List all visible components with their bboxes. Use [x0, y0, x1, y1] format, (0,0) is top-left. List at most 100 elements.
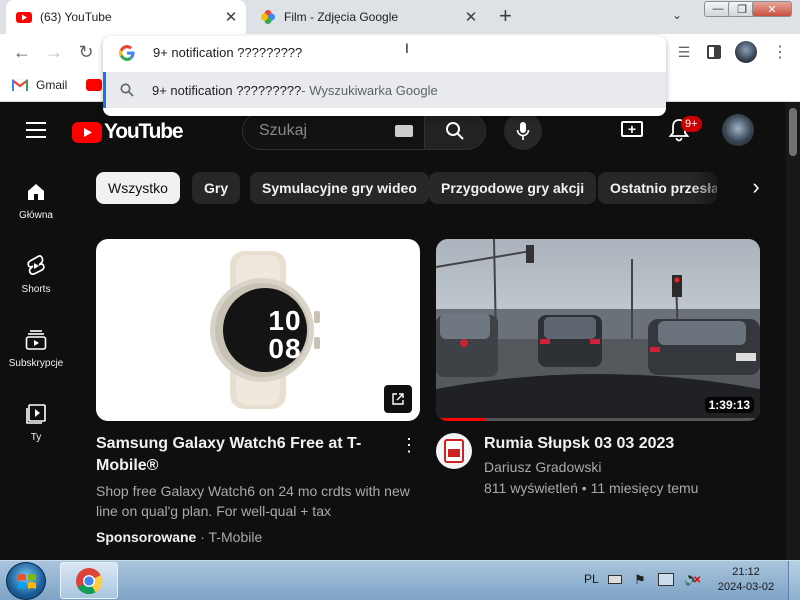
omnibox-suggestion[interactable]: 9+ notification ????????? - Wyszukiwarka…	[103, 72, 666, 108]
start-button[interactable]	[6, 562, 46, 600]
media-controls-icon[interactable]: ☰	[672, 41, 696, 63]
ad-sponsor-line: Sponsorowane · T-Mobile	[96, 529, 262, 545]
ad-menu-icon[interactable]: ⋮	[400, 435, 418, 456]
omnibox-dropdown: 9+ notification ????????? I 9+ notificat…	[103, 36, 666, 116]
chip-fade	[690, 170, 786, 206]
suggestion-text: 9+ notification ?????????	[152, 82, 302, 98]
video-title[interactable]: Rumia Słupsk 03 03 2023	[484, 433, 760, 455]
video-thumbnail[interactable]: 1:39:13	[436, 239, 760, 421]
hamburger-menu-icon[interactable]	[26, 122, 46, 138]
clock-date: 2024-03-02	[717, 581, 775, 593]
new-tab-button[interactable]: +	[499, 5, 512, 27]
network-icon[interactable]	[658, 573, 674, 586]
tab-youtube[interactable]: (63) YouTube ✕	[6, 0, 246, 34]
language-indicator[interactable]: PL	[584, 572, 599, 586]
show-desktop-button[interactable]	[788, 561, 800, 600]
text-cursor-icon: I	[405, 40, 409, 56]
sidebar-item-label: Shorts	[21, 284, 51, 295]
sidebar-item-home[interactable]: Główna	[0, 178, 72, 221]
close-tab-icon[interactable]: ✕	[462, 8, 480, 26]
more-menu-icon[interactable]: ⋮	[768, 41, 792, 63]
watch-face-time: 10 08	[268, 305, 302, 364]
tab-title: Film - Zdjęcia Google	[284, 10, 399, 24]
voice-search-button[interactable]	[504, 112, 542, 150]
subscriptions-icon	[25, 330, 47, 350]
search-placeholder: Szukaj	[259, 122, 308, 139]
back-arrow-icon[interactable]: ←	[10, 41, 34, 63]
chip-simulation-games[interactable]: Symulacyjne gry wideo	[250, 172, 429, 204]
sponsored-label: Sponsorowane	[96, 529, 197, 545]
create-video-icon[interactable]: +	[621, 121, 643, 137]
maximize-icon: ❐	[737, 3, 747, 16]
notification-badge: 9+	[681, 116, 702, 132]
account-avatar[interactable]	[722, 114, 754, 146]
close-window-button[interactable]: ✕	[752, 1, 792, 17]
microphone-icon	[516, 122, 530, 140]
ad-title[interactable]: Samsung Galaxy Watch6 Free at T-Mobile®	[96, 433, 376, 477]
chip-action-adventure-games[interactable]: Przygodowe gry akcji	[429, 172, 597, 204]
sidebar-item-label: Subskrypcje	[8, 358, 64, 369]
dashcam-road-image	[436, 239, 760, 421]
ad-description: Shop free Galaxy Watch6 on 24 mo crdts w…	[96, 483, 410, 519]
video-duration: 1:39:13	[704, 397, 754, 413]
tab-strip: (63) YouTube ✕ Film - Zdjęcia Google ✕ +…	[0, 0, 800, 34]
clock-time: 21:12	[732, 566, 760, 578]
side-panel-icon[interactable]	[707, 45, 721, 59]
bookmark-gmail[interactable]: Gmail	[12, 78, 67, 92]
system-clock[interactable]: 21:12 2024-03-02	[706, 565, 786, 595]
tab-search-chevron-icon[interactable]: ⌄	[672, 8, 682, 22]
sidebar-item-label: Główna	[19, 210, 53, 221]
forward-arrow-icon[interactable]: →	[42, 41, 66, 63]
search-icon	[120, 83, 134, 97]
chip-all[interactable]: Wszystko	[96, 172, 180, 204]
channel-avatar[interactable]	[436, 433, 472, 469]
action-center-flag-icon[interactable]: ⚑	[634, 572, 646, 588]
close-icon: ✕	[767, 3, 777, 16]
youtube-bookmark-icon[interactable]	[86, 79, 102, 91]
shorts-icon	[27, 255, 45, 275]
tab-google-photos[interactable]: Film - Zdjęcia Google ✕	[250, 0, 486, 34]
home-icon	[28, 184, 44, 200]
chevron-right-icon[interactable]: ›	[744, 176, 768, 200]
channel-name[interactable]: Dariusz Gradowski	[484, 459, 601, 475]
sidebar-item-subscriptions[interactable]: Subskrypcje	[0, 326, 72, 369]
chip-games[interactable]: Gry	[192, 172, 241, 204]
watch-progress-track	[436, 418, 760, 421]
scrollbar-thumb[interactable]	[789, 108, 797, 156]
logo-text: YouTube	[104, 120, 184, 143]
external-link-icon	[392, 393, 404, 405]
sidebar-item-shorts[interactable]: Shorts	[0, 252, 72, 295]
mute-x-icon: ✕	[693, 575, 702, 586]
tab-title: (63) YouTube	[40, 10, 112, 24]
page-scrollbar[interactable]	[786, 102, 800, 560]
search-button[interactable]	[424, 112, 486, 150]
suggestion-source: - Wyszukiwarka Google	[301, 82, 438, 98]
advertiser-name: · T-Mobile	[196, 529, 263, 545]
youtube-page: YouTube Szukaj + 9+ Główna Shorts Subskr…	[0, 102, 786, 560]
sidebar-item-label: Ty	[30, 432, 42, 443]
youtube-logo[interactable]: YouTube	[72, 120, 184, 144]
windows-logo-icon	[18, 574, 36, 589]
profile-avatar[interactable]	[735, 41, 757, 63]
minimize-icon: —	[712, 3, 724, 15]
gmail-icon	[12, 79, 28, 91]
watch-progress-fill	[436, 418, 485, 421]
search-icon	[446, 122, 464, 140]
sidebar-item-you[interactable]: Ty	[0, 400, 72, 443]
video-meta: 811 wyświetleń • 11 miesięcy temu	[484, 480, 699, 496]
chrome-icon	[76, 567, 103, 594]
close-tab-icon[interactable]: ✕	[222, 8, 240, 26]
youtube-logo-icon	[72, 121, 102, 143]
ad-thumbnail[interactable]: 10 08	[96, 239, 420, 421]
reload-icon[interactable]: ↻	[74, 41, 98, 63]
keyboard-icon[interactable]	[608, 575, 622, 584]
search-input[interactable]: Szukaj	[242, 112, 424, 150]
keyboard-icon[interactable]	[395, 125, 413, 137]
you-icon	[26, 404, 46, 424]
external-link-button[interactable]	[384, 385, 412, 413]
taskbar-chrome-button[interactable]	[60, 562, 118, 599]
bookmark-label: Gmail	[36, 78, 68, 92]
omnibox-input[interactable]: 9+ notification ?????????	[153, 45, 302, 60]
google-photos-favicon-icon	[261, 10, 275, 24]
google-g-icon	[119, 45, 135, 61]
